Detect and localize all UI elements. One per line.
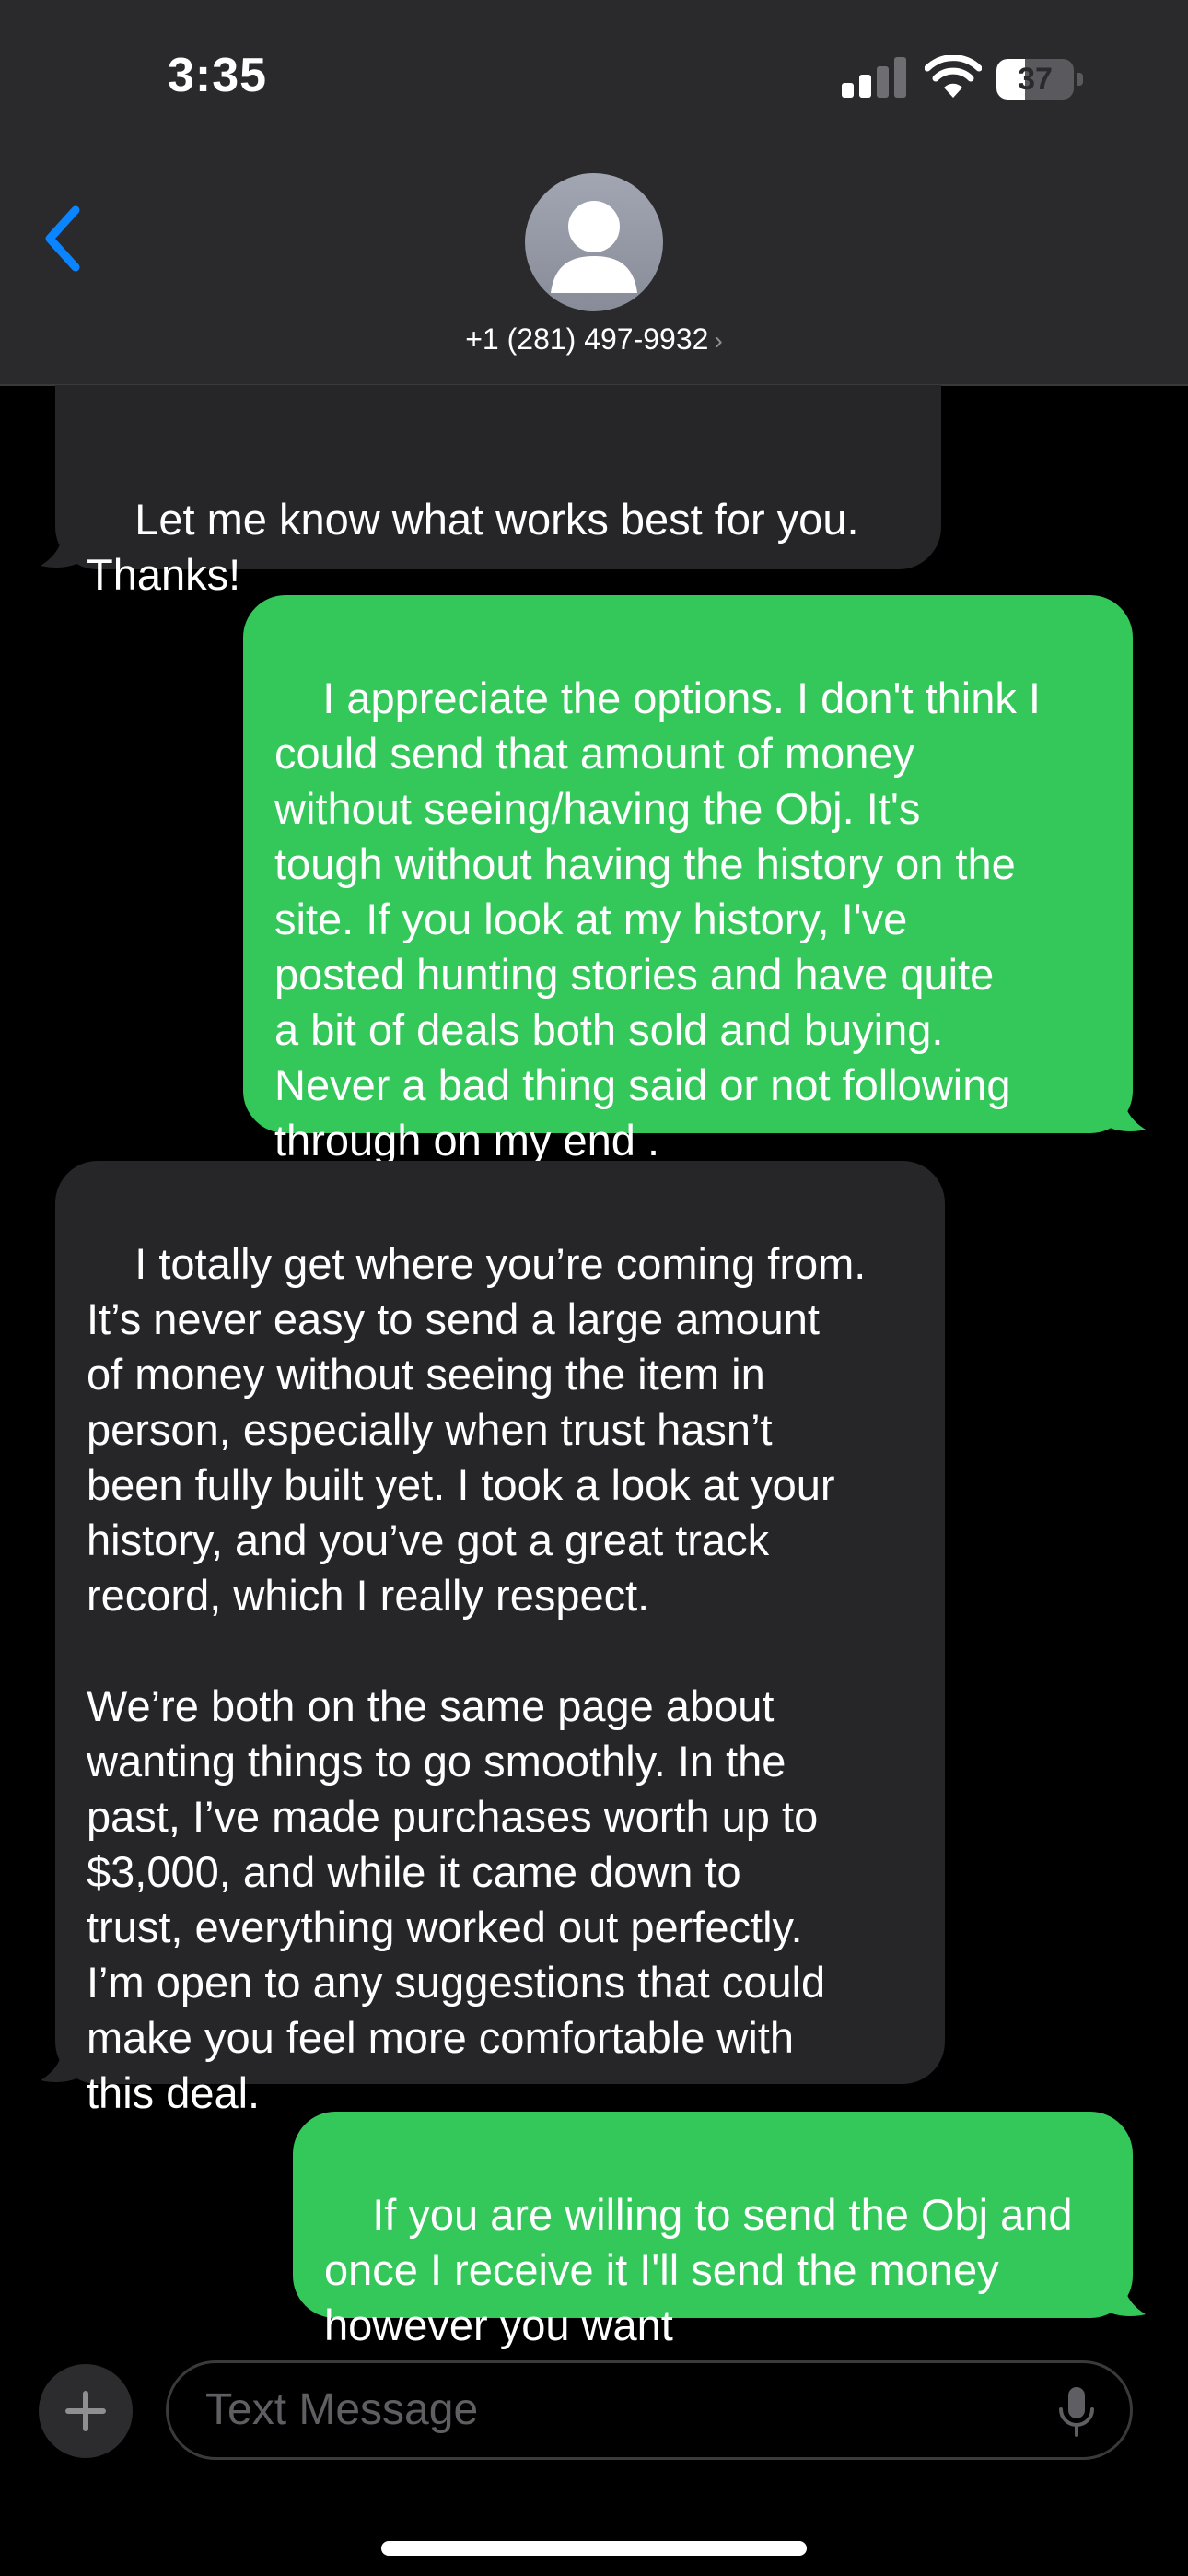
person-icon [551, 201, 637, 293]
battery-level: 37 [1018, 62, 1053, 97]
back-button[interactable] [33, 197, 98, 280]
wifi-icon [925, 55, 982, 98]
chevron-right-icon: › [714, 326, 723, 355]
message-bubble-sent[interactable]: If you are willing to send the Obj and o… [293, 2112, 1133, 2349]
message-text: Let me know what works best for you. Tha… [87, 495, 859, 599]
message-text: If you are willing to send the Obj and o… [324, 2190, 1073, 2349]
home-indicator[interactable] [381, 2541, 807, 2556]
contact-avatar[interactable] [525, 173, 663, 311]
microphone-icon[interactable] [1058, 2387, 1095, 2437]
chevron-left-icon [45, 205, 80, 272]
message-input-placeholder: Text Message [205, 2385, 479, 2434]
message-text: I totally get where you’re coming from. … [87, 1239, 867, 2117]
battery-nub [1077, 73, 1083, 86]
battery-icon: 37 [996, 59, 1085, 100]
contact-number: +1 (281) 497-9932 [465, 322, 709, 356]
header-overlay: 3:35 37 +1 (281) 497-9932 › [0, 0, 1188, 385]
plus-icon [65, 2391, 106, 2431]
message-text: I appreciate the options. I don't think … [274, 673, 1041, 1165]
cellular-signal-icon [842, 57, 906, 98]
status-time: 3:35 [168, 49, 268, 102]
message-bubble-received[interactable]: I totally get where you’re coming from. … [55, 1161, 945, 2117]
contact-name[interactable]: +1 (281) 497-9932› [0, 322, 1188, 357]
message-bubble-sent[interactable]: I appreciate the options. I don't think … [243, 595, 1133, 1165]
add-attachment-button[interactable] [39, 2364, 133, 2458]
message-input[interactable]: Text Message [166, 2360, 1133, 2460]
battery-body: 37 [996, 59, 1074, 100]
